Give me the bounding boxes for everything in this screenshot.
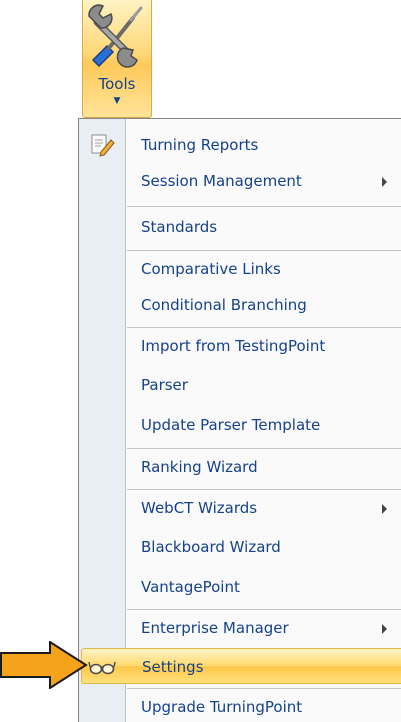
submenu-arrow-icon [382,504,387,514]
screenshot-stage: Tools ▼ Turning Reports Session Manageme… [0,0,401,722]
menu-item-parser[interactable]: Parser [79,367,401,403]
menu-item-label: WebCT Wizards [141,499,258,517]
menu-item-vantagepoint[interactable]: VantagePoint [79,569,401,605]
report-icon [91,134,115,157]
menu-item-import-from-testingpoint[interactable]: Import from TestingPoint [79,328,401,364]
menu-item-webct-wizards[interactable]: WebCT Wizards [79,490,401,526]
menu-item-enterprise-manager[interactable]: Enterprise Manager [79,610,401,646]
tools-wrench-screwdriver-icon [88,4,143,68]
menu-item-ranking-wizard[interactable]: Ranking Wizard [79,449,401,485]
submenu-arrow-icon [382,177,387,187]
submenu-arrow-icon [382,624,387,634]
callout-arrow-icon [0,641,88,689]
menu-item-label: Conditional Branching [141,296,307,314]
menu-item-conditional-branching[interactable]: Conditional Branching [79,287,401,323]
tools-dropdown-menu: Turning Reports Session Management Stand… [78,118,401,722]
menu-item-label: Enterprise Manager [141,619,289,637]
menu-item-label: Settings [142,658,204,676]
menu-item-label: Standards [141,218,218,236]
menu-item-turning-reports[interactable]: Turning Reports [79,127,401,163]
menu-item-label: Upgrade TurningPoint [141,698,303,716]
menu-item-blackboard-wizard[interactable]: Blackboard Wizard [79,529,401,565]
tools-label: Tools [98,75,136,93]
menu-item-label: Parser [141,376,188,394]
menu-item-label: Ranking Wizard [141,458,258,476]
menu-item-label: Comparative Links [141,260,281,278]
tools-ribbon-button[interactable]: Tools ▼ [82,0,152,118]
menu-item-label: Turning Reports [141,136,259,154]
menu-item-label: Import from TestingPoint [141,337,326,355]
menu-item-settings[interactable]: Settings [81,648,401,684]
menu-item-upgrade-turningpoint[interactable]: Upgrade TurningPoint [79,689,401,722]
menu-item-update-parser-template[interactable]: Update Parser Template [79,407,401,443]
glasses-icon [88,661,116,675]
menu-item-comparative-links[interactable]: Comparative Links [79,251,401,287]
menu-item-label: Blackboard Wizard [141,538,281,556]
menu-item-label: VantagePoint [141,578,240,596]
menu-item-label: Update Parser Template [141,416,321,434]
menu-item-label: Session Management [141,172,302,190]
chevron-down-icon: ▼ [113,96,121,106]
menu-item-session-management[interactable]: Session Management [79,163,401,199]
menu-item-standards[interactable]: Standards [79,209,401,245]
menu-separator [127,206,401,207]
